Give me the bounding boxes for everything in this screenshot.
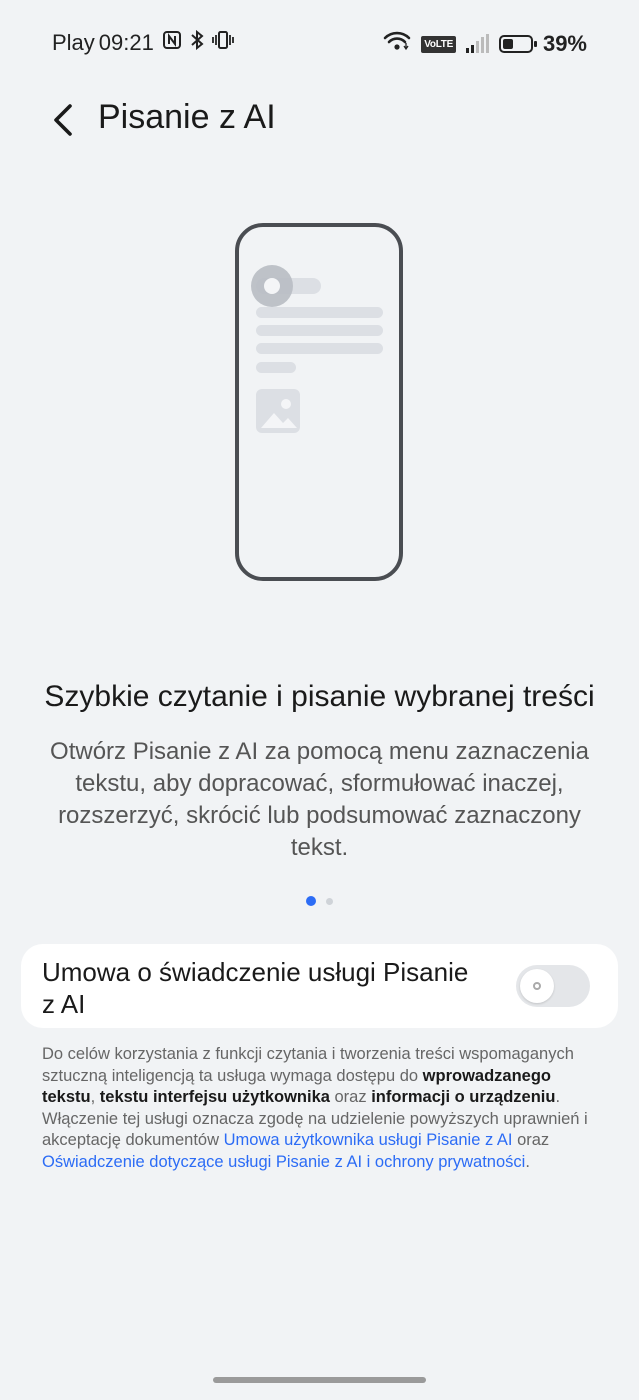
wifi-icon: [383, 30, 411, 58]
status-left: Play 09:21: [52, 29, 234, 56]
privacy-statement-link[interactable]: Oświadczenie dotyczące usługi Pisanie z …: [42, 1153, 525, 1171]
feature-description: Otwórz Pisanie z AI za pomocą menu zazna…: [50, 738, 589, 861]
back-button[interactable]: [44, 100, 84, 140]
nfc-icon: [162, 30, 182, 56]
vibrate-icon: [211, 30, 234, 56]
phone-illustration: [234, 222, 404, 582]
clock: 09:21: [98, 30, 154, 55]
battery-percent: 39%: [542, 31, 587, 56]
app-header: Pisanie z AI: [0, 86, 639, 156]
legal-text: oraz: [329, 1088, 372, 1106]
battery-icon: [498, 35, 537, 53]
page-dot-active[interactable]: [306, 896, 316, 906]
legal-text: .: [525, 1152, 530, 1171]
agreement-label: Umowa o świadczenie usługi Pisanie z AI: [42, 957, 469, 1019]
home-indicator[interactable]: [213, 1377, 426, 1383]
status-right: VoLTE 39%: [383, 30, 587, 58]
legal-text: oraz: [512, 1131, 550, 1149]
legal-notice: Do celów korzystania z funkcji czytania …: [42, 1044, 598, 1173]
page-dot[interactable]: [326, 897, 333, 905]
legal-text: ,: [90, 1088, 100, 1106]
battery-fill: [502, 39, 513, 49]
volte-badge: VoLTE: [421, 35, 456, 53]
agreement-card[interactable]: Umowa o świadczenie usługi Pisanie z AI: [21, 944, 618, 1028]
page-indicator[interactable]: [0, 896, 639, 906]
page-title: Pisanie z AI: [98, 98, 276, 136]
legal-bold-ui-text: tekstu interfejsu użytkownika: [99, 1088, 330, 1106]
agreement-toggle[interactable]: [516, 965, 590, 1007]
bluetooth-icon: [190, 29, 204, 56]
chevron-left-icon: [54, 104, 72, 136]
carrier-name: Play: [52, 30, 95, 55]
status-bar: Play 09:21 VoLTE 39%: [0, 0, 639, 86]
signal-icon: [465, 34, 489, 53]
legal-bold-device-info: informacji o urządzeniu: [371, 1088, 556, 1106]
toggle-knob: [520, 969, 554, 1003]
feature-heading: Szybkie czytanie i pisanie wybranej treś…: [44, 680, 595, 713]
user-agreement-link[interactable]: Umowa użytkownika usługi Pisanie z AI: [224, 1131, 513, 1149]
